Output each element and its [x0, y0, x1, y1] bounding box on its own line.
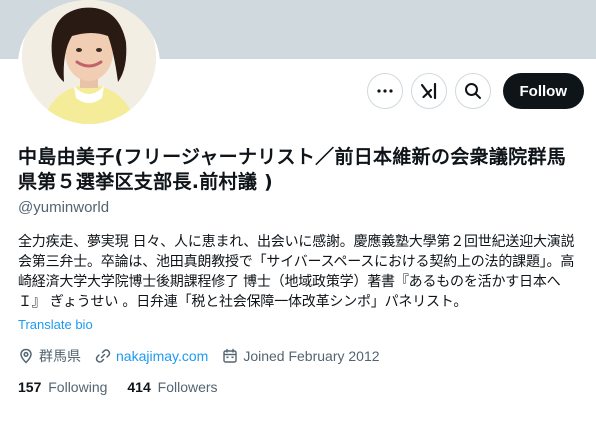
location-text: 群馬県 — [39, 349, 81, 365]
user-handle: @yuminworld — [18, 199, 110, 216]
joined-date: Joined February 2012 — [243, 348, 380, 364]
avatar[interactable] — [22, 0, 156, 124]
location-pin-icon — [20, 348, 32, 364]
profile-actions: Follow — [366, 73, 584, 109]
profile-info: 中島由美子(フリージャーナリスト／前日本維新の会衆議院群馬県第５選挙区支部長.前… — [18, 145, 580, 395]
link-icon — [95, 349, 111, 363]
search-button[interactable] — [454, 73, 491, 109]
follow-button[interactable]: Follow — [502, 73, 584, 109]
search-icon — [464, 83, 481, 99]
following-link[interactable]: 157 Following — [18, 379, 107, 395]
translate-bio-link[interactable]: Translate bio — [18, 316, 580, 334]
bio-text: 全力疾走、夢実現 日々、人に恵まれ、出会いに感謝。慶應義塾大學第２回世紀送迎大演… — [18, 234, 575, 310]
joined-item: Joined February 2012 — [222, 348, 380, 364]
grok-button[interactable] — [410, 73, 447, 109]
avatar-photo — [22, 0, 156, 124]
followers-label: Followers — [157, 379, 218, 395]
grok-icon — [420, 82, 436, 100]
more-icon — [376, 89, 393, 93]
website-link[interactable]: nakajimay.com — [116, 348, 208, 364]
profile-meta: 群馬県 nakajimay.com Joined February 2012 — [18, 346, 580, 366]
calendar-icon — [223, 348, 238, 363]
display-name: 中島由美子(フリージャーナリスト／前日本維新の会衆議院群馬県第５選挙区支部長.前… — [18, 146, 567, 193]
follow-stats: 157 Following 414 Followers — [18, 379, 580, 395]
followers-link[interactable]: 414 Followers — [127, 379, 217, 395]
followers-count: 414 — [127, 379, 151, 395]
following-count: 157 — [18, 379, 42, 395]
following-label: Following — [48, 379, 108, 395]
website-item: nakajimay.com — [95, 348, 208, 364]
avatar-frame — [18, 0, 160, 128]
more-button[interactable] — [366, 73, 403, 109]
location-item: 群馬県 — [18, 346, 81, 366]
